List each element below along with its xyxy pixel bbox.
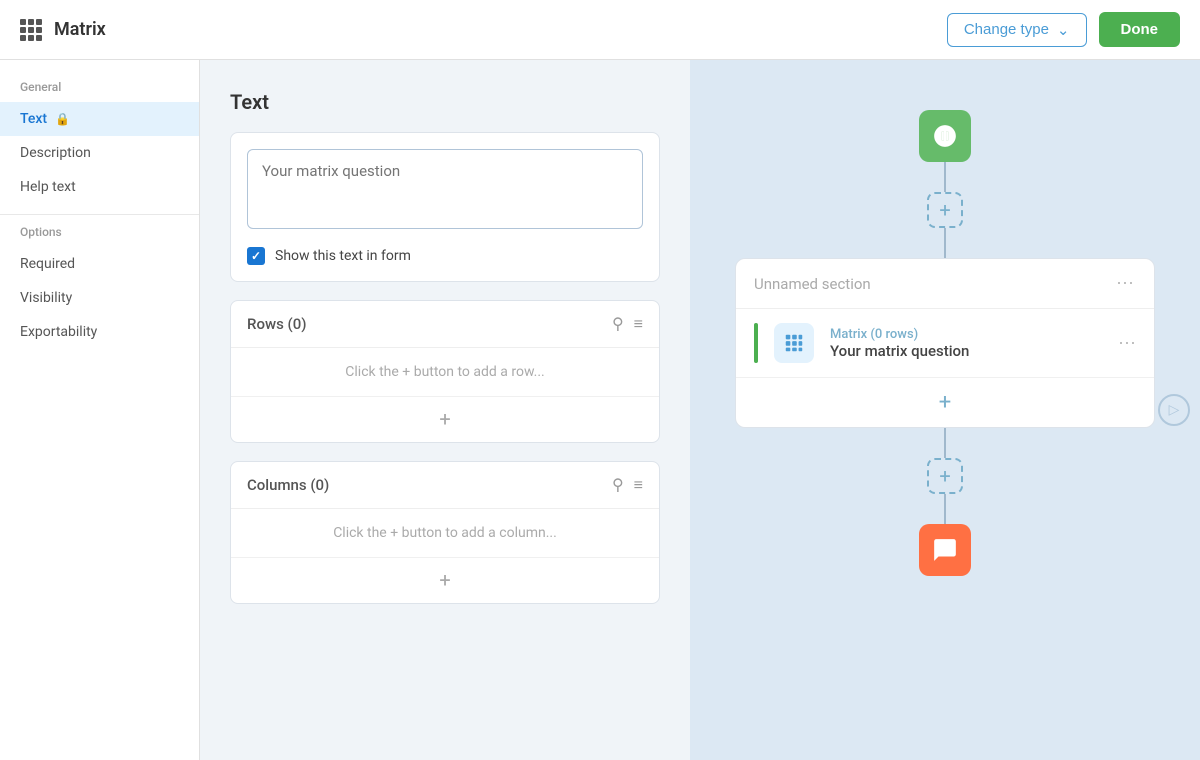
sidebar-item-exportability[interactable]: Exportability <box>0 315 199 349</box>
columns-hint: Click the + button to add a column... <box>231 509 659 558</box>
sidebar-divider <box>0 214 199 215</box>
flow-add-icon-1: + <box>939 198 950 222</box>
sidebar-text-label: Text <box>20 111 47 127</box>
flow-connector-4 <box>944 494 946 524</box>
app-grid-icon <box>20 19 42 41</box>
show-text-checkbox[interactable] <box>247 247 265 265</box>
rows-sort-icon[interactable]: ⚲ <box>612 316 624 332</box>
done-button[interactable]: Done <box>1099 12 1181 47</box>
rows-add-button[interactable]: + <box>231 397 659 442</box>
exportability-label: Exportability <box>20 324 97 340</box>
matrix-icon-box <box>774 323 814 363</box>
sidebar-item-text[interactable]: Text 🔒 <box>0 102 199 136</box>
change-type-label: Change type <box>964 21 1049 38</box>
sidebar-item-help-text[interactable]: Help text <box>0 170 199 204</box>
rows-menu-icon[interactable]: ≡ <box>634 316 643 332</box>
matrix-item-title: Your matrix question <box>830 342 1102 360</box>
change-type-button[interactable]: Change type ⌄ <box>947 13 1087 47</box>
columns-actions: ⚲ ≡ <box>612 477 643 493</box>
flow-connector-1 <box>944 162 946 192</box>
columns-header: Columns (0) ⚲ ≡ <box>231 462 659 509</box>
flow-container: + Unnamed section ⋯ <box>735 110 1155 576</box>
matrix-flow-item: Matrix (0 rows) Your matrix question ⋯ <box>736 309 1154 378</box>
app-title: Matrix <box>54 19 935 40</box>
matrix-item-content: Matrix (0 rows) Your matrix question <box>830 327 1102 360</box>
main-content: General Text 🔒 Description Help text Opt… <box>0 60 1200 760</box>
chevron-down-icon: ⌄ <box>1057 21 1070 39</box>
show-text-row: Show this text in form <box>247 247 643 265</box>
rows-title: Rows (0) <box>247 315 612 333</box>
section-block-header: Unnamed section ⋯ <box>736 259 1154 309</box>
columns-menu-icon[interactable]: ≡ <box>634 477 643 493</box>
show-text-label: Show this text in form <box>275 248 411 264</box>
sidebar-item-required[interactable]: Required <box>0 247 199 281</box>
unnamed-section-block: Unnamed section ⋯ <box>735 258 1155 428</box>
right-arrow-button[interactable]: ▷ <box>1158 394 1190 426</box>
flow-panel: + Unnamed section ⋯ <box>690 60 1200 760</box>
section-dots-icon[interactable]: ⋯ <box>1116 273 1136 294</box>
editor-panel: Text Show this text in form Rows (0) ⚲ ≡… <box>200 60 690 760</box>
sidebar-help-text-label: Help text <box>20 179 76 195</box>
text-card: Show this text in form <box>230 132 660 282</box>
general-section-label: General <box>0 80 199 102</box>
unnamed-section-label: Unnamed section <box>754 275 871 293</box>
flow-end-node <box>919 524 971 576</box>
right-chevron-icon: ▷ <box>1169 402 1180 418</box>
rows-hint: Click the + button to add a row... <box>231 348 659 397</box>
app-header: Matrix Change type ⌄ Done <box>0 0 1200 60</box>
flow-add-btn-1[interactable]: + <box>927 192 963 228</box>
matrix-left-bar <box>754 323 758 363</box>
required-label: Required <box>20 256 75 272</box>
flow-connector-3 <box>944 428 946 458</box>
rows-actions: ⚲ ≡ <box>612 316 643 332</box>
text-card-body: Show this text in form <box>231 133 659 281</box>
options-section-label: Options <box>0 225 199 247</box>
columns-sort-icon[interactable]: ⚲ <box>612 477 624 493</box>
matrix-item-dots-icon[interactable]: ⋯ <box>1118 333 1136 354</box>
columns-card: Columns (0) ⚲ ≡ Click the + button to ad… <box>230 461 660 604</box>
sidebar-item-description[interactable]: Description <box>0 136 199 170</box>
lock-icon: 🔒 <box>55 112 70 126</box>
columns-plus-icon: + <box>439 568 450 592</box>
rows-header: Rows (0) ⚲ ≡ <box>231 301 659 348</box>
columns-add-button[interactable]: + <box>231 558 659 603</box>
columns-title: Columns (0) <box>247 476 612 494</box>
visibility-label: Visibility <box>20 290 72 306</box>
flow-connector-2 <box>944 228 946 258</box>
matrix-question-input[interactable] <box>247 149 643 229</box>
flow-add-icon-2: + <box>939 464 950 488</box>
section-plus-icon: + <box>939 390 951 415</box>
sidebar-description-label: Description <box>20 145 91 161</box>
section-add-row[interactable]: + <box>736 378 1154 427</box>
flow-entry-node <box>919 110 971 162</box>
sidebar-item-visibility[interactable]: Visibility <box>0 281 199 315</box>
sidebar: General Text 🔒 Description Help text Opt… <box>0 60 200 760</box>
rows-plus-icon: + <box>439 407 450 431</box>
matrix-item-label: Matrix (0 rows) <box>830 327 1102 342</box>
flow-add-btn-2[interactable]: + <box>927 458 963 494</box>
rows-card: Rows (0) ⚲ ≡ Click the + button to add a… <box>230 300 660 443</box>
editor-title: Text <box>230 90 660 114</box>
